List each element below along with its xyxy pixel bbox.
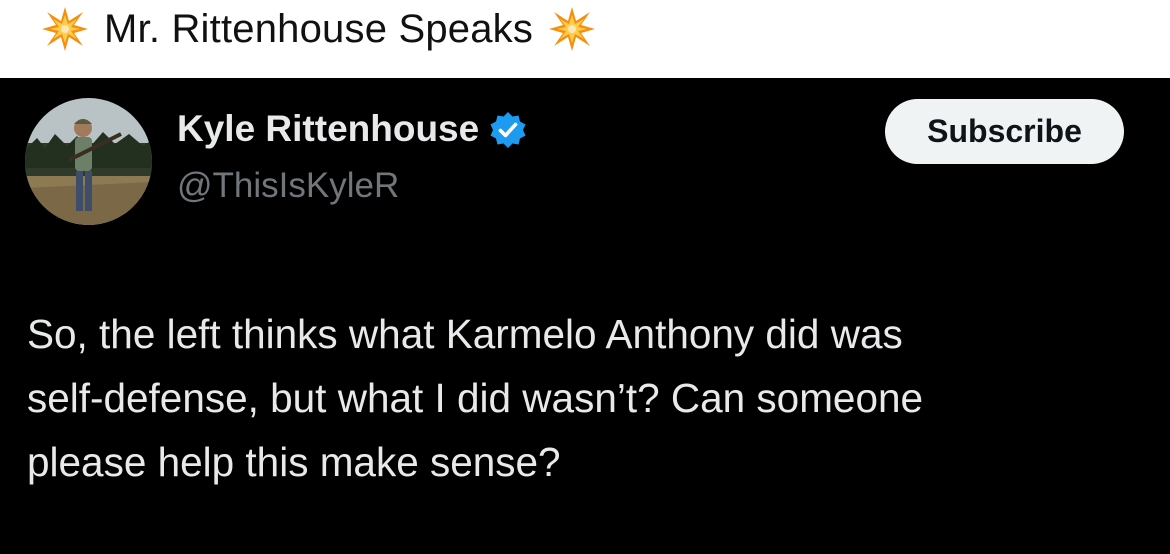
avatar[interactable] (25, 98, 152, 225)
author-handle[interactable]: @ThisIsKyleR (177, 166, 399, 206)
verified-badge-icon (490, 112, 526, 148)
avatar-photo (25, 98, 152, 225)
caption-bar: Mr. Rittenhouse Speaks (0, 0, 1170, 78)
author-row: Kyle Rittenhouse (177, 108, 527, 150)
caption-text: Mr. Rittenhouse Speaks (104, 6, 534, 51)
tweet-body: So, the left thinks what Karmelo Anthony… (27, 311, 924, 485)
subscribe-button[interactable]: Subscribe (885, 99, 1124, 164)
author-display-name[interactable]: Kyle Rittenhouse (177, 108, 479, 150)
tweet-card: Kyle Rittenhouse @ThisIsKyleR Subscribe … (0, 78, 1170, 554)
collision-emoji-icon (42, 7, 88, 51)
caption: Mr. Rittenhouse Speaks (40, 4, 597, 54)
collision-emoji-icon (549, 7, 596, 51)
